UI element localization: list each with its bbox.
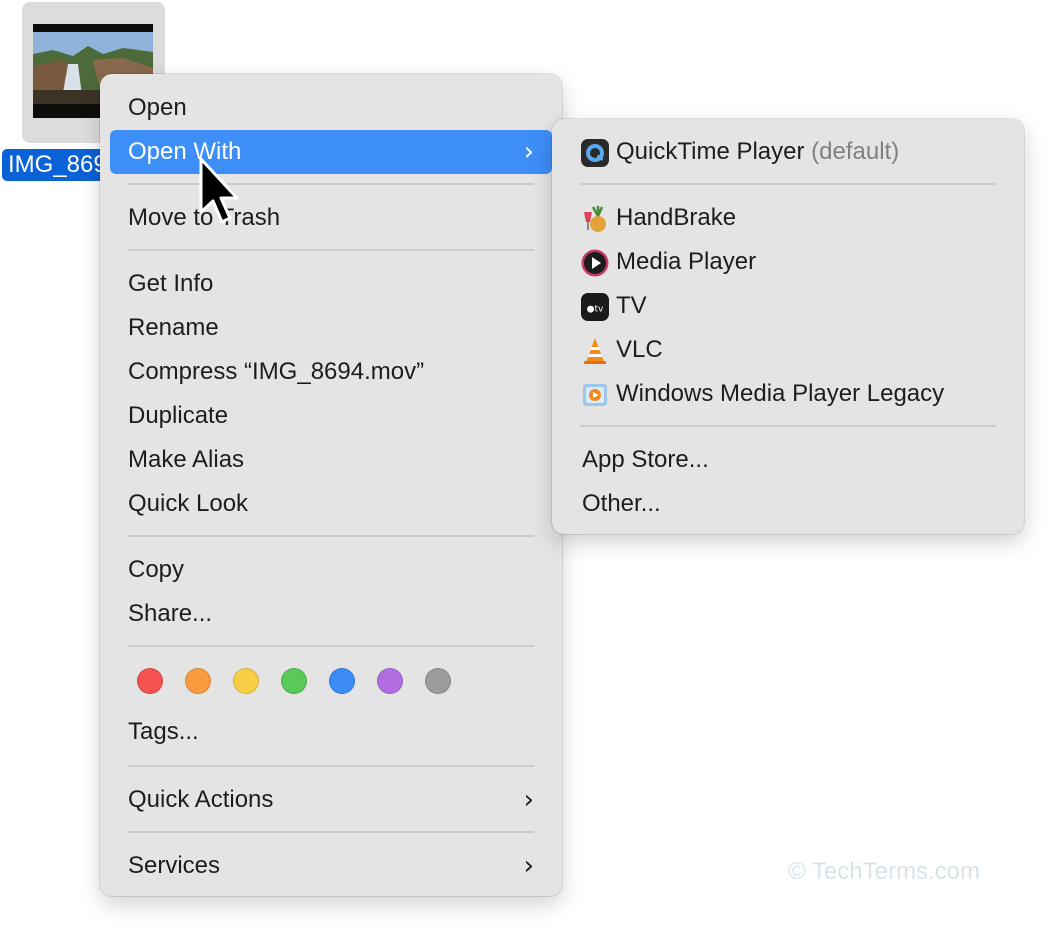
menu-item-quick-actions[interactable]: Quick Actions › [110,778,552,822]
handbrake-icon [584,206,606,232]
tag-gray-dot[interactable] [425,668,451,694]
windows-media-player-icon [583,384,607,406]
tag-purple-dot[interactable] [377,668,403,694]
watermark: © TechTerms.com [788,858,980,885]
menu-item-rename[interactable]: Rename [110,306,552,350]
menu-item-quick-look[interactable]: Quick Look [110,482,552,526]
menu-item-compress[interactable]: Compress “IMG_8694.mov” [110,350,552,394]
context-menu: Open Open With › Move to Trash Get Info … [100,74,562,896]
submenu-item-label: HandBrake [616,204,737,231]
tag-orange-dot[interactable] [185,668,211,694]
menu-separator [128,249,534,251]
chevron-right-icon: › [523,785,534,815]
submenu-item-label: Windows Media Player Legacy [616,380,945,407]
menu-separator [580,183,996,185]
menu-item-make-alias[interactable]: Make Alias [110,438,552,482]
submenu-item-handbrake[interactable]: HandBrake [562,196,1014,240]
menu-item-quick-actions-label: Quick Actions [128,786,274,813]
tag-green-dot[interactable] [281,668,307,694]
open-with-submenu: QuickTime Player (default) HandBrake Med… [552,119,1024,534]
menu-separator [128,645,534,647]
chevron-right-icon: › [523,137,534,167]
submenu-item-windows-media-player[interactable]: Windows Media Player Legacy [562,372,1014,416]
submenu-item-quicktime-player[interactable]: QuickTime Player (default) [562,130,1014,174]
submenu-item-vlc[interactable]: VLC [562,328,1014,372]
quicktime-icon [581,139,609,167]
menu-separator [128,765,534,767]
submenu-item-media-player[interactable]: Media Player [562,240,1014,284]
submenu-item-label: QuickTime Player (default) [616,130,899,174]
menu-item-duplicate[interactable]: Duplicate [110,394,552,438]
submenu-item-label: TV [616,292,647,319]
menu-item-open[interactable]: Open [110,86,552,130]
submenu-item-label: VLC [616,336,663,363]
menu-separator [128,831,534,833]
tag-red-dot[interactable] [137,668,163,694]
menu-separator [580,425,996,427]
apple-tv-icon: ●tv [581,293,609,321]
menu-item-copy[interactable]: Copy [110,548,552,592]
submenu-item-label: Media Player [616,248,757,275]
menu-item-open-with[interactable]: Open With › [110,130,552,174]
menu-separator [128,183,534,185]
menu-item-get-info[interactable]: Get Info [110,262,552,306]
vlc-cone-icon [584,338,606,364]
default-app-name: QuickTime Player [616,138,805,165]
menu-item-services[interactable]: Services › [110,844,552,888]
submenu-item-tv[interactable]: ●tv TV [562,284,1014,328]
tag-blue-dot[interactable] [329,668,355,694]
submenu-item-other[interactable]: Other... [562,482,1014,526]
menu-item-services-label: Services [128,852,221,879]
chevron-right-icon: › [523,851,534,881]
svg-text:●tv: ●tv [587,305,604,315]
menu-item-tags[interactable]: Tags... [110,710,552,754]
mouse-pointer-icon [199,157,239,224]
menu-item-move-to-trash[interactable]: Move to Trash [110,196,552,240]
submenu-item-app-store[interactable]: App Store... [562,438,1014,482]
default-suffix: (default) [811,138,900,165]
media-player-icon [581,249,609,277]
tag-yellow-dot[interactable] [233,668,259,694]
menu-item-share[interactable]: Share... [110,592,552,636]
menu-separator [128,535,534,537]
